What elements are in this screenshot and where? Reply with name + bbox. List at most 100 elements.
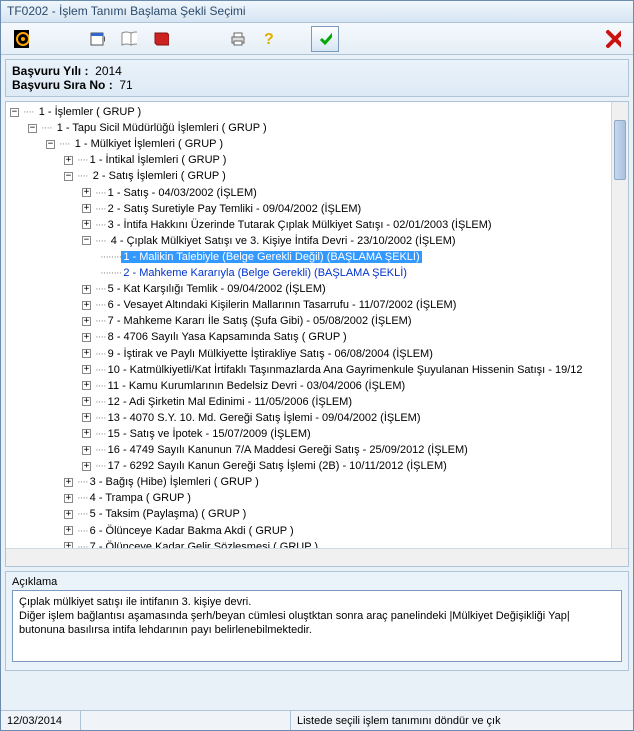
tree-node[interactable]: +····5 - Kat Karşılığı Temlik - 09/04/20… — [82, 281, 628, 297]
description-box: Çıplak mülkiyet satışı ile intifanın 3. … — [12, 590, 622, 662]
tree-node[interactable]: +····6 - Vesayet Altındaki Kişilerin Mal… — [82, 297, 628, 313]
tree-node[interactable]: −···· 1 - Tapu Sicil Müdürlüğü İşlemleri… — [28, 120, 628, 548]
description-line: Diğer işlem bağlantısı aşamasında şerh/b… — [19, 609, 615, 637]
tree-node[interactable]: +····2 - Satış Suretiyle Pay Temliki - 0… — [82, 201, 628, 217]
tree-node[interactable]: +····6 - Ölünceye Kadar Bakma Akdi ( GRU… — [64, 522, 628, 538]
tree-label: 3 - İntifa Hakkını Üzerinde Tutarak Çıpl… — [106, 219, 494, 231]
tree-scroll[interactable]: −···· 1 - İşlemler ( GRUP ) −···· 1 - Ta… — [6, 102, 628, 548]
collapse-icon[interactable]: − — [28, 124, 37, 133]
calendar-button[interactable] — [83, 26, 111, 52]
tree-label: 5 - Taksim (Paylaşma) ( GRUP ) — [88, 508, 249, 520]
expand-icon[interactable]: + — [82, 462, 91, 471]
status-message: Listede seçili işlem tanımını döndür ve … — [291, 711, 633, 730]
tree-node[interactable]: +····5 - Taksim (Paylaşma) ( GRUP ) — [64, 506, 628, 522]
expand-icon[interactable]: + — [82, 220, 91, 229]
tree-node[interactable]: +····3 - İntifa Hakkını Üzerinde Tutarak… — [82, 217, 628, 233]
window-title: TF0202 - İşlem Tanımı Başlama Şekli Seçi… — [7, 4, 246, 18]
tree-node[interactable]: +····13 - 4070 S.Y. 10. Md. Gereği Satış… — [82, 410, 628, 426]
expand-icon[interactable]: + — [64, 510, 73, 519]
tree-node[interactable]: +····11 - Kamu Kurumlarının Bedelsiz Dev… — [82, 378, 628, 394]
expand-icon[interactable]: + — [82, 413, 91, 422]
tree-node[interactable]: +····1 - Satış - 04/03/2002 (İŞLEM) — [82, 184, 628, 200]
tree-root[interactable]: −···· 1 - İşlemler ( GRUP ) −···· 1 - Ta… — [10, 104, 628, 548]
tree-node[interactable]: +····15 - Satış ve İpotek - 15/07/2009 (… — [82, 426, 628, 442]
book-open-button[interactable] — [115, 26, 143, 52]
expand-icon[interactable]: + — [82, 446, 91, 455]
tree-label: 2 - Satış Suretiyle Pay Temliki - 09/04/… — [106, 203, 364, 215]
book-red-button[interactable] — [147, 26, 175, 52]
description-header: Açıklama — [12, 576, 622, 588]
tree-label: 5 - Kat Karşılığı Temlik - 09/04/2002 (İ… — [106, 283, 328, 295]
tree-label: 17 - 6292 Sayılı Kanun Gereği Satış İşle… — [106, 460, 449, 472]
close-button[interactable] — [599, 26, 627, 52]
expand-icon[interactable]: + — [82, 349, 91, 358]
scrollbar-thumb[interactable] — [614, 120, 626, 180]
expand-icon[interactable]: + — [64, 156, 73, 165]
expand-icon[interactable]: + — [64, 478, 73, 487]
app-icon-button[interactable] — [7, 26, 35, 52]
expand-icon[interactable]: + — [82, 204, 91, 213]
description-line: Çıplak mülkiyet satışı ile intifanın 3. … — [19, 595, 615, 609]
vertical-scrollbar[interactable] — [611, 102, 628, 548]
tree-node[interactable]: +····10 - Katmülkiyetli/Kat İrtifaklı Ta… — [82, 362, 628, 378]
horizontal-scrollbar[interactable] — [6, 548, 628, 566]
print-button[interactable] — [223, 26, 251, 52]
tree-node[interactable]: +····8 - 4706 Sayılı Yasa Kapsamında Sat… — [82, 329, 628, 345]
window-titlebar: TF0202 - İşlem Tanımı Başlama Şekli Seçi… — [1, 1, 633, 23]
expand-icon[interactable]: + — [82, 317, 91, 326]
tree-label: 9 - İştirak ve Paylı Mülkiyette İştirakl… — [106, 348, 435, 360]
collapse-icon[interactable]: − — [10, 108, 19, 117]
tree-label: 15 - Satış ve İpotek - 15/07/2009 (İŞLEM… — [106, 428, 313, 440]
tree-label: 12 - Adi Şirketin Mal Edinimi - 11/05/20… — [106, 396, 354, 408]
tree-label: 4 - Çıplak Mülkiyet Satışı ve 3. Kişiye … — [109, 235, 458, 247]
collapse-icon[interactable]: − — [64, 172, 73, 181]
expand-icon[interactable]: + — [82, 301, 91, 310]
confirm-button[interactable] — [311, 26, 339, 52]
sira-label: Başvuru Sıra No : — [12, 78, 113, 92]
tree-node[interactable]: +····1 - İntikal İşlemleri ( GRUP ) — [64, 152, 628, 168]
book-icon — [153, 31, 169, 47]
collapse-icon[interactable]: − — [46, 140, 55, 149]
tree-node[interactable]: +····17 - 6292 Sayılı Kanun Gereği Satış… — [82, 458, 628, 474]
tree-node[interactable]: −···· 4 - Çıplak Mülkiyet Satışı ve 3. K… — [82, 233, 628, 281]
printer-icon — [229, 31, 245, 47]
tree-label: 7 - Ölünceye Kadar Gelir Sözleşmesi ( GR… — [88, 541, 320, 548]
tree-node[interactable]: +····12 - Adi Şirketin Mal Edinimi - 11/… — [82, 394, 628, 410]
collapse-icon[interactable]: − — [82, 236, 91, 245]
tree-label: 1 - İntikal İşlemleri ( GRUP ) — [88, 154, 229, 166]
tree-container: −···· 1 - İşlemler ( GRUP ) −···· 1 - Ta… — [5, 101, 629, 567]
tree-node[interactable]: −···· 1 - Mülkiyet İşlemleri ( GRUP ) +·… — [46, 136, 628, 548]
tree-node[interactable]: +····3 - Bağış (Hibe) İşlemleri ( GRUP ) — [64, 474, 628, 490]
tree-node[interactable]: +····7 - Mahkeme Kararı İle Satış (Şufa … — [82, 313, 628, 329]
expand-icon[interactable]: + — [82, 333, 91, 342]
expand-icon[interactable]: + — [82, 285, 91, 294]
tree-node[interactable]: +····7 - Ölünceye Kadar Gelir Sözleşmesi… — [64, 539, 628, 548]
expand-icon[interactable]: + — [82, 381, 91, 390]
sira-value: 71 — [119, 78, 132, 92]
expand-icon[interactable]: + — [64, 494, 73, 503]
expand-icon[interactable]: + — [82, 188, 91, 197]
year-value: 2014 — [95, 64, 122, 78]
expand-icon[interactable]: + — [64, 542, 73, 548]
tree-label: 13 - 4070 S.Y. 10. Md. Gereği Satış İşle… — [106, 412, 423, 424]
tree-node[interactable]: +····4 - Trampa ( GRUP ) — [64, 490, 628, 506]
book-open-icon — [121, 31, 137, 47]
tree-label: 7 - Mahkeme Kararı İle Satış (Şufa Gibi)… — [106, 315, 414, 327]
tree-label: 3 - Bağış (Hibe) İşlemleri ( GRUP ) — [88, 476, 261, 488]
expand-icon[interactable]: + — [82, 429, 91, 438]
expand-icon[interactable]: + — [64, 526, 73, 535]
tree-leaf[interactable]: ········2 - Mahkeme Kararıyla (Belge Ger… — [100, 265, 628, 281]
tree-node[interactable]: −···· 2 - Satış İşlemleri ( GRUP ) +····… — [64, 168, 628, 474]
tree-node[interactable]: +····16 - 4749 Sayılı Kanunun 7/A Maddes… — [82, 442, 628, 458]
expand-icon[interactable]: + — [82, 365, 91, 374]
tree-label: 6 - Ölünceye Kadar Bakma Akdi ( GRUP ) — [88, 525, 296, 537]
sun-icon — [13, 29, 29, 49]
tree-node[interactable]: +····9 - İştirak ve Paylı Mülkiyette İşt… — [82, 345, 628, 361]
help-button[interactable]: ? — [255, 26, 283, 52]
tree-label: 1 - İşlemler ( GRUP ) — [37, 106, 143, 118]
tree-label: 16 - 4749 Sayılı Kanunun 7/A Maddesi Ger… — [106, 444, 470, 456]
svg-text:?: ? — [264, 31, 274, 48]
tree-leaf-selected[interactable]: ········1 - Malikin Talebiyle (Belge Ger… — [100, 249, 628, 265]
check-icon — [318, 31, 332, 47]
expand-icon[interactable]: + — [82, 397, 91, 406]
